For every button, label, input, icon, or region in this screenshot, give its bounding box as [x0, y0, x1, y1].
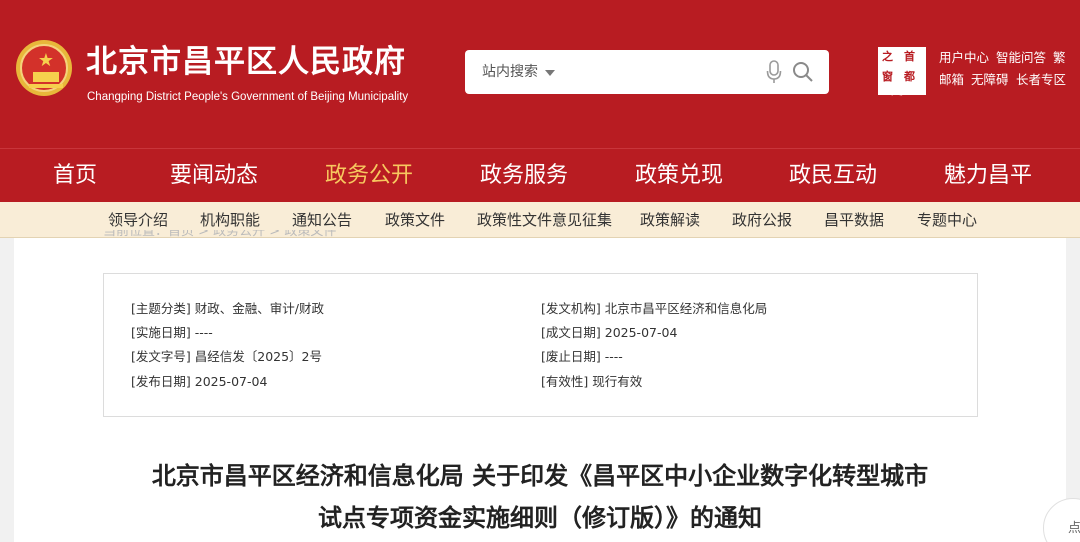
info-effective-date: [实施日期] ---- — [131, 325, 213, 340]
document-info-box: [主题分类] 财政、金融、审计/财政 [实施日期] ---- [发文字号] 昌经… — [103, 273, 978, 417]
info-issuing-agency: [发文机构] 北京市昌平区经济和信息化局 — [541, 301, 768, 316]
subnav-data[interactable]: 昌平数据 — [824, 211, 884, 229]
capital-window-caption: Beijing-China — [882, 88, 922, 96]
nav-home[interactable]: 首页 — [53, 162, 97, 190]
search-icon[interactable] — [792, 61, 814, 83]
subnav-functions[interactable]: 机构职能 — [200, 211, 260, 229]
nav-gov-services[interactable]: 政务服务 — [480, 162, 568, 190]
microphone-icon[interactable] — [766, 60, 782, 84]
subnav-policy-docs[interactable]: 政策文件 — [385, 211, 445, 229]
traditional-chinese-link[interactable]: 繁 — [1053, 50, 1066, 66]
info-written-date: [成文日期] 2025-07-04 — [541, 325, 678, 340]
subnav-notices[interactable]: 通知公告 — [292, 211, 352, 229]
subnav-policy-interpretation[interactable]: 政策解读 — [640, 211, 700, 229]
info-validity: [有效性] 现行有效 — [541, 374, 643, 389]
document-title-line-2: 试点专项资金实施细则（修订版）》的通知 — [318, 504, 762, 532]
chevron-down-icon[interactable] — [545, 70, 555, 76]
elderly-zone-link[interactable]: 长者专区 — [1016, 72, 1066, 88]
subnav-gazette[interactable]: 政府公报 — [732, 211, 792, 229]
user-center-link[interactable]: 用户中心 — [939, 50, 989, 66]
site-header: ★ 北京市昌平区人民政府 Changping District People's… — [0, 0, 1080, 148]
subnav-opinion-collection[interactable]: 政策性文件意见征集 — [477, 211, 612, 229]
subnav-topics[interactable]: 专题中心 — [917, 211, 977, 229]
search-scope-select[interactable]: 站内搜索 — [482, 63, 538, 81]
info-publish-date: [发布日期] 2025-07-04 — [131, 374, 268, 389]
info-topic: [主题分类] 财政、金融、审计/财政 — [131, 301, 324, 316]
nav-gov-affairs-open[interactable]: 政务公开 — [325, 162, 413, 190]
info-doc-number: [发文字号] 昌经信发〔2025〕2号 — [131, 349, 323, 364]
info-repeal-date: [废止日期] ---- — [541, 349, 623, 364]
nav-news[interactable]: 要闻动态 — [170, 162, 258, 190]
site-subtitle: Changping District People's Government o… — [87, 91, 409, 103]
nav-interaction[interactable]: 政民互动 — [789, 162, 877, 190]
email-link[interactable]: 邮箱 — [939, 72, 964, 88]
document-title-line-1: 北京市昌平区经济和信息化局 关于印发《昌平区中小企业数字化转型城市 — [151, 462, 929, 490]
nav-charm-changping[interactable]: 魅力昌平 — [944, 162, 1032, 190]
accessibility-link[interactable]: 无障碍 — [971, 72, 1009, 88]
nav-policy-redemption[interactable]: 政策兑现 — [635, 162, 723, 190]
site-title[interactable]: 北京市昌平区人民政府 — [86, 44, 406, 80]
main-nav: 首页 要闻动态 政务公开 政务服务 政策兑现 政民互动 魅力昌平 — [0, 148, 1080, 202]
smart-qa-link[interactable]: 智能问答 — [996, 50, 1046, 66]
national-emblem-icon[interactable]: ★ — [16, 40, 72, 96]
search-box[interactable]: 站内搜索 — [465, 50, 829, 94]
subnav-leaders[interactable]: 领导介绍 — [108, 211, 168, 229]
breadcrumb: 当前位置：首页 > 政务公开 > 政策文件 — [103, 230, 337, 239]
